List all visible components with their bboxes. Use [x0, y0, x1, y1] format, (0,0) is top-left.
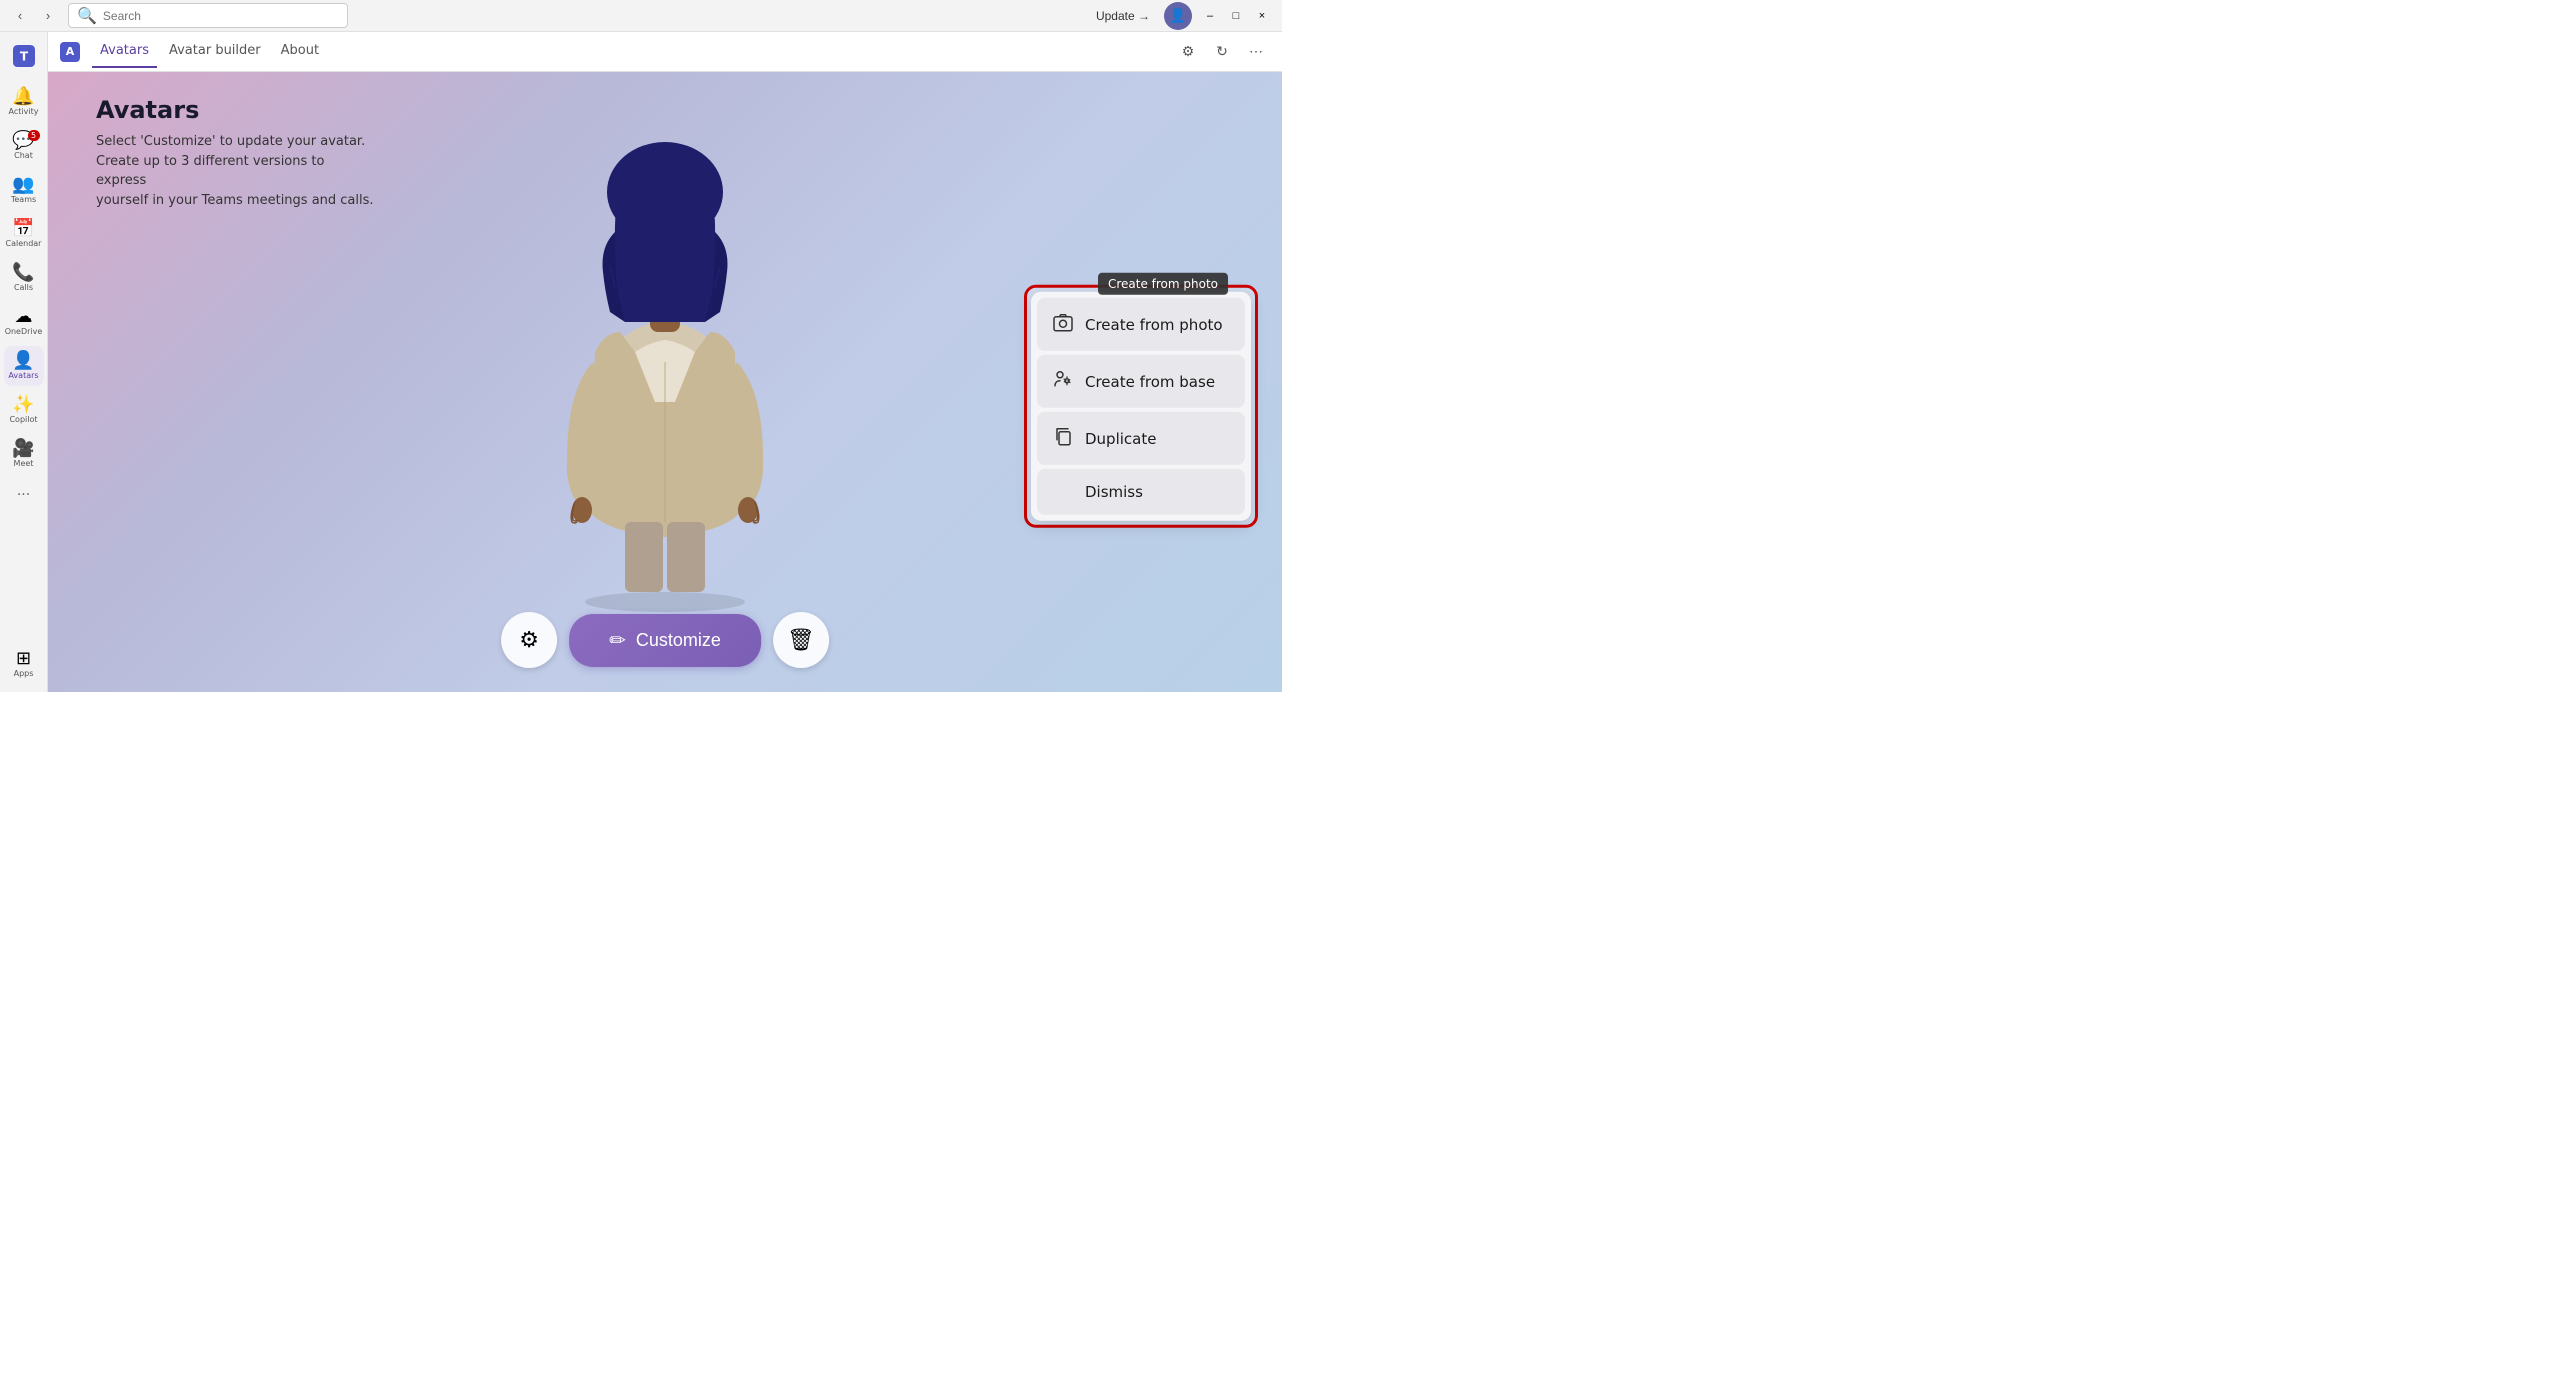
nav-controls: ‹ ›	[8, 4, 60, 28]
minimize-button[interactable]: –	[1198, 4, 1222, 28]
page-description: Select 'Customize' to update your avatar…	[96, 132, 376, 210]
customize-label: Customize	[636, 630, 721, 651]
app-layout: T 🔔 Activity 💬 Chat 5 👥 Teams 📅 Calendar…	[0, 32, 1282, 692]
sidebar-label-apps: Apps	[14, 670, 34, 678]
page-title: Avatars	[96, 96, 376, 124]
sidebar-label-calls: Calls	[14, 284, 33, 292]
context-menu-border: Create from photo Create from photo	[1024, 285, 1258, 528]
sidebar: T 🔔 Activity 💬 Chat 5 👥 Teams 📅 Calendar…	[0, 32, 48, 692]
search-icon: 🔍	[77, 6, 97, 25]
sidebar-label-meet: Meet	[14, 460, 34, 468]
main-content: A Avatars Avatar builder About ⚙ ↻ ⋯ Ava…	[48, 32, 1282, 692]
close-button[interactable]: ×	[1250, 4, 1274, 28]
avatar-area: Avatars Select 'Customize' to update you…	[48, 72, 1282, 692]
calls-icon: 📞	[12, 264, 34, 282]
title-bar-left: ‹ › 🔍	[8, 3, 348, 28]
sidebar-label-activity: Activity	[9, 108, 39, 116]
teams-icon: 👥	[12, 176, 34, 194]
menu-item-dismiss[interactable]: Dismiss	[1037, 469, 1245, 515]
settings-button[interactable]: ⚙	[501, 612, 557, 668]
app-logo: T	[8, 40, 40, 72]
bottom-toolbar: ⚙ ✏ Customize 🗑	[501, 612, 829, 668]
sidebar-item-copilot[interactable]: ✨ Copilot	[4, 390, 44, 430]
sidebar-label-teams: Teams	[11, 196, 36, 204]
sidebar-item-meet[interactable]: 🎥 Meet	[4, 434, 44, 474]
tab-bar-actions: ⚙ ↻ ⋯	[1174, 38, 1270, 66]
people-settings-icon	[1053, 369, 1073, 394]
context-menu-panel: Create from photo Create from photo	[1024, 285, 1258, 528]
sidebar-label-chat: Chat	[14, 152, 33, 160]
copilot-icon: ✨	[12, 396, 34, 414]
duplicate-icon	[1053, 426, 1073, 451]
settings-tab-button[interactable]: ⚙	[1174, 38, 1202, 66]
avatars-icon: 👤	[12, 352, 34, 370]
sidebar-item-onedrive[interactable]: ☁ OneDrive	[4, 302, 44, 342]
context-menu-tooltip: Create from photo	[1098, 273, 1228, 295]
dismiss-label: Dismiss	[1053, 483, 1143, 501]
apps-icon: ⊞	[16, 650, 31, 668]
tab-about[interactable]: About	[273, 35, 327, 68]
page-header: Avatars Select 'Customize' to update you…	[96, 96, 376, 210]
chat-badge: 5	[28, 130, 40, 141]
window-controls: – □ ×	[1198, 4, 1274, 28]
tab-bar: A Avatars Avatar builder About ⚙ ↻ ⋯	[48, 32, 1282, 72]
sidebar-label-avatars: Avatars	[8, 372, 38, 380]
title-bar: ‹ › 🔍 Update → 👤 – □ ×	[0, 0, 1282, 32]
sidebar-item-teams[interactable]: 👥 Teams	[4, 170, 44, 210]
app-icon: A	[60, 42, 80, 62]
camera-icon	[1053, 312, 1073, 337]
back-button[interactable]: ‹	[8, 4, 32, 28]
app-tab-icon-group: A	[60, 42, 80, 62]
forward-button[interactable]: ›	[36, 4, 60, 28]
duplicate-label: Duplicate	[1085, 429, 1156, 447]
update-button[interactable]: Update →	[1088, 7, 1158, 25]
more-icon: ···	[17, 483, 30, 507]
sidebar-item-activity[interactable]: 🔔 Activity	[4, 82, 44, 122]
title-bar-right: Update → 👤 – □ ×	[1088, 2, 1274, 30]
trash-icon: 🗑	[787, 627, 815, 653]
menu-item-create-from-photo[interactable]: Create from photo	[1037, 298, 1245, 351]
sidebar-item-calendar[interactable]: 📅 Calendar	[4, 214, 44, 254]
sidebar-label-copilot: Copilot	[9, 416, 37, 424]
menu-item-duplicate[interactable]: Duplicate	[1037, 412, 1245, 465]
svg-text:T: T	[19, 49, 28, 63]
search-bar: 🔍	[68, 3, 348, 28]
sidebar-label-onedrive: OneDrive	[5, 328, 43, 336]
sidebar-item-apps[interactable]: ⊞ Apps	[4, 644, 44, 684]
sidebar-item-calls[interactable]: 📞 Calls	[4, 258, 44, 298]
create-from-base-label: Create from base	[1085, 372, 1215, 390]
settings-icon: ⚙	[519, 627, 539, 653]
sidebar-more[interactable]: ···	[17, 478, 30, 509]
avatar-figure	[525, 92, 805, 612]
tab-avatars[interactable]: Avatars	[92, 35, 157, 68]
activity-icon: 🔔	[12, 88, 34, 106]
sidebar-label-calendar: Calendar	[6, 240, 42, 248]
pencil-icon: ✏	[609, 628, 626, 653]
create-from-photo-label: Create from photo	[1085, 315, 1223, 333]
user-avatar[interactable]: 👤	[1164, 2, 1192, 30]
tab-avatar-builder[interactable]: Avatar builder	[161, 35, 269, 68]
onedrive-icon: ☁	[15, 308, 33, 326]
menu-item-create-from-base[interactable]: Create from base	[1037, 355, 1245, 408]
more-tab-button[interactable]: ⋯	[1242, 38, 1270, 66]
search-input[interactable]	[103, 9, 339, 23]
calendar-icon: 📅	[12, 220, 34, 238]
refresh-tab-button[interactable]: ↻	[1208, 38, 1236, 66]
context-menu: Create from photo C	[1031, 292, 1251, 521]
customize-button[interactable]: ✏ Customize	[569, 614, 761, 667]
sidebar-item-avatars[interactable]: 👤 Avatars	[4, 346, 44, 386]
sidebar-item-chat[interactable]: 💬 Chat 5	[4, 126, 44, 166]
meet-icon: 🎥	[12, 440, 34, 458]
maximize-button[interactable]: □	[1224, 4, 1248, 28]
delete-button[interactable]: 🗑	[773, 612, 829, 668]
